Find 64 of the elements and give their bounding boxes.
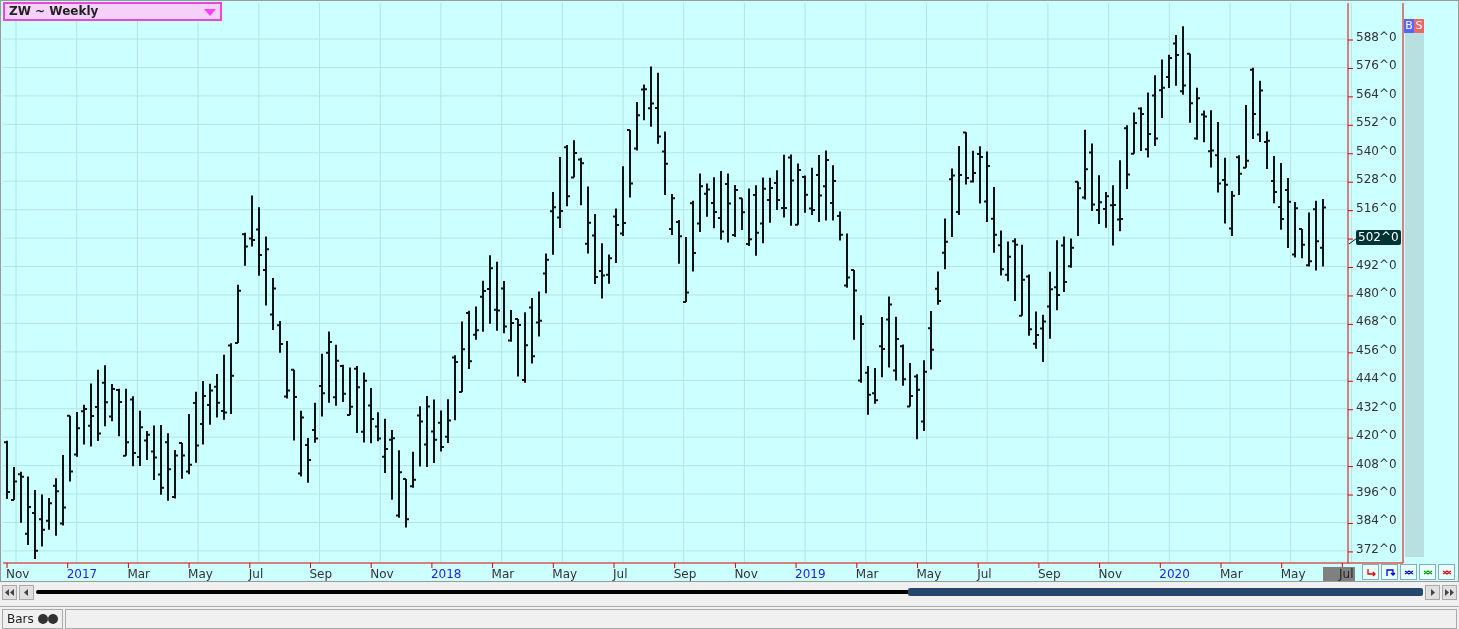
scroll-start-icon <box>5 588 14 596</box>
chart-type-tab[interactable]: Bars <box>2 609 63 629</box>
date-label: 2018 <box>430 567 462 581</box>
date-label: 2017 <box>66 567 98 581</box>
price-label: 480^0 <box>1356 285 1397 300</box>
date-label: Sep <box>309 567 333 581</box>
scroll-left-button[interactable] <box>19 584 34 600</box>
date-label: Jul <box>977 567 992 581</box>
scroll-thumb[interactable] <box>908 588 1423 596</box>
price-label: 384^0 <box>1356 513 1397 528</box>
price-label: 456^0 <box>1356 342 1397 357</box>
date-label: Jul <box>248 567 264 581</box>
price-label: 420^0 <box>1356 428 1397 443</box>
price-label: 516^0 <box>1356 200 1397 215</box>
chart-tool-button[interactable] <box>1400 564 1417 580</box>
dropdown-caret-icon <box>204 9 216 16</box>
scroll-end-button[interactable] <box>1442 584 1457 600</box>
date-label: May <box>916 567 942 581</box>
date-label: May <box>1280 567 1306 581</box>
step-line-icon <box>1364 566 1377 578</box>
date-label: 2019 <box>795 567 826 581</box>
scroll-right-icon <box>1428 588 1437 596</box>
date-label: Nov <box>6 567 30 581</box>
chart-tool-button[interactable] <box>1381 564 1398 580</box>
price-label: 432^0 <box>1356 399 1397 414</box>
scroll-right-button[interactable] <box>1425 584 1440 600</box>
step-bracket-icon <box>1383 566 1396 578</box>
buy-button[interactable]: B <box>1404 19 1414 33</box>
scroll-start-button[interactable] <box>2 584 17 600</box>
chart-tool-button[interactable] <box>1362 564 1379 580</box>
date-label: Mar <box>855 567 879 581</box>
date-label: Sep <box>673 567 697 581</box>
date-label: May <box>188 567 213 581</box>
date-label: Mar <box>127 567 151 581</box>
scroll-end-icon <box>1445 588 1454 596</box>
price-label: 468^0 <box>1356 314 1397 329</box>
current-price-label: 502^0 <box>1356 230 1401 245</box>
date-label: Nov <box>370 567 394 581</box>
date-label: Jul <box>613 567 628 581</box>
symbol-label: ZW ~ Weekly <box>9 4 99 18</box>
date-label: Mar <box>1220 567 1243 581</box>
price-label: 372^0 <box>1356 541 1397 556</box>
date-label: Mar <box>491 567 515 581</box>
date-label: 2020 <box>1159 567 1190 581</box>
date-label: Jul <box>1323 567 1356 581</box>
price-label: 528^0 <box>1356 172 1397 187</box>
scroll-left-icon <box>22 588 31 596</box>
dots-icon <box>37 614 58 624</box>
price-label: 492^0 <box>1356 257 1397 272</box>
date-label: Sep <box>1037 567 1061 581</box>
price-label: 444^0 <box>1356 371 1397 386</box>
date-label: Nov <box>1098 567 1122 581</box>
date-label: May <box>552 567 578 581</box>
date-label: Nov <box>734 567 758 581</box>
price-label: 564^0 <box>1356 86 1397 101</box>
symbol-dropdown[interactable]: ZW ~ Weekly <box>3 2 222 21</box>
price-label: 552^0 <box>1356 115 1397 130</box>
chart-tool-button[interactable] <box>1438 564 1455 580</box>
price-label: 540^0 <box>1356 143 1397 158</box>
price-label: 576^0 <box>1356 58 1397 73</box>
price-label: 396^0 <box>1356 485 1397 500</box>
chart-type-label: Bars <box>7 611 34 628</box>
price-label: 408^0 <box>1356 456 1397 471</box>
price-label: 588^0 <box>1356 30 1397 44</box>
